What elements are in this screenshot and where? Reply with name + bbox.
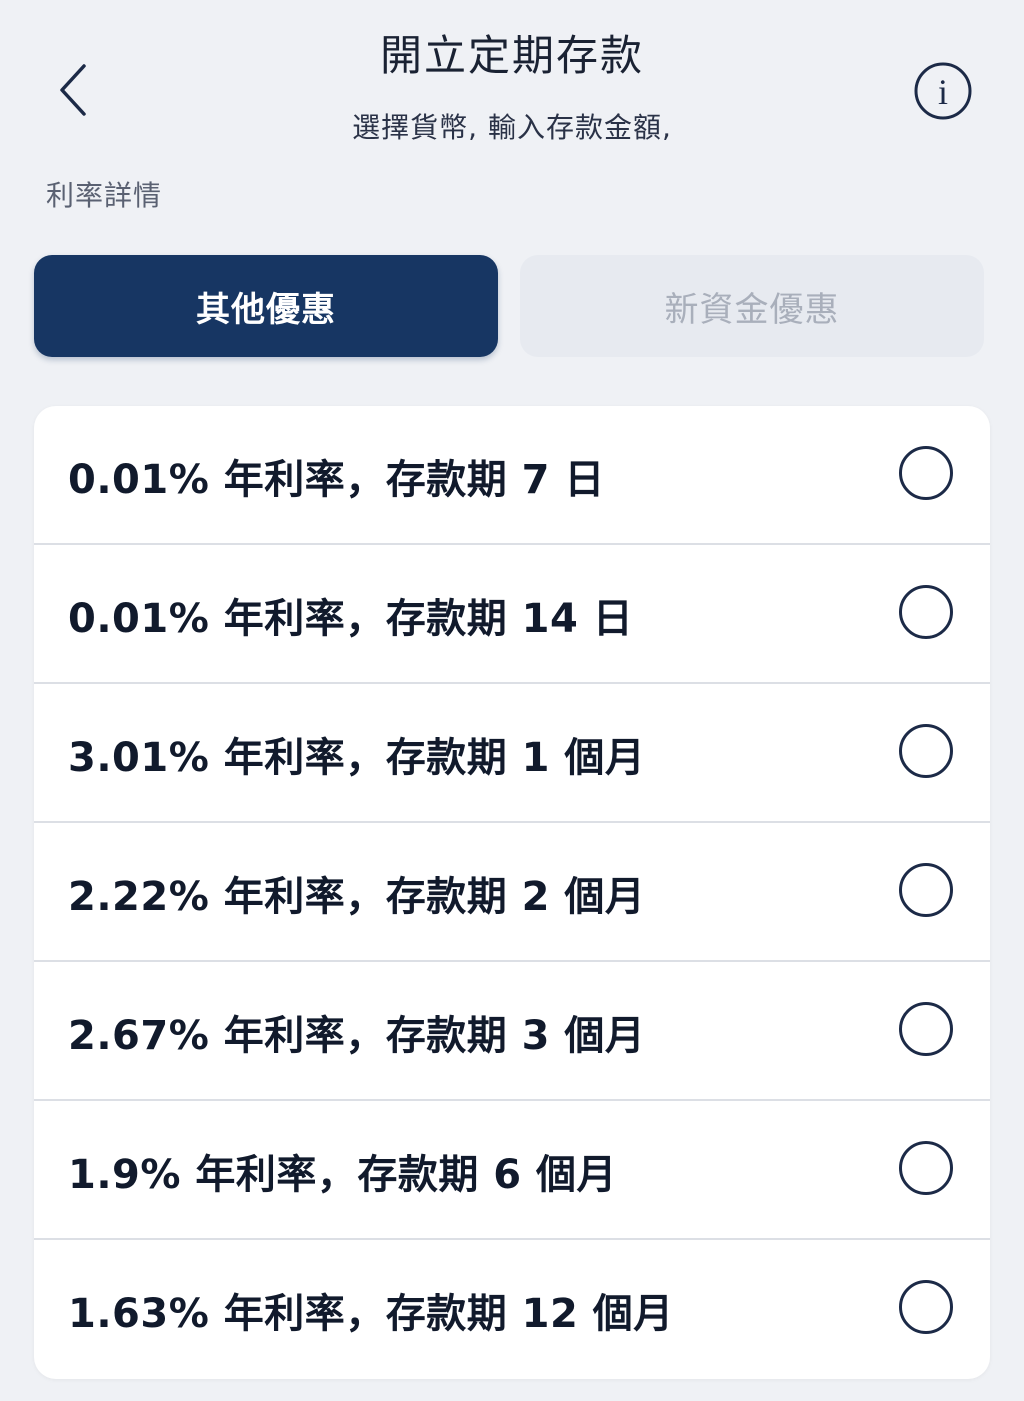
rate-option-row[interactable]: 2.22% 年利率，存款期 2 個月 — [34, 823, 990, 962]
radio-button[interactable] — [899, 1141, 953, 1195]
rate-option-label: 2.22% 年利率，存款期 2 個月 — [68, 873, 646, 920]
radio-button[interactable] — [899, 1280, 953, 1334]
page-title: 開立定期存款 — [379, 31, 644, 80]
rate-option-label: 2.67% 年利率，存款期 3 個月 — [68, 1012, 646, 1059]
rate-options-list: 0.01% 年利率，存款期 7 日 0.01% 年利率，存款期 14 日 3.0… — [34, 406, 990, 1379]
header: 開立定期存款 選擇貨幣, 輸入存款金額, i — [0, 0, 1024, 160]
radio-button[interactable] — [899, 585, 953, 639]
rate-option-label: 1.9% 年利率，存款期 6 個月 — [68, 1151, 618, 1198]
rate-option-row[interactable]: 3.01% 年利率，存款期 1 個月 — [34, 684, 990, 823]
rate-option-label: 1.63% 年利率，存款期 12 個月 — [68, 1290, 674, 1337]
info-button[interactable]: i — [912, 60, 974, 122]
rate-option-row[interactable]: 0.01% 年利率，存款期 7 日 — [34, 406, 990, 545]
rate-option-row[interactable]: 1.63% 年利率，存款期 12 個月 — [34, 1240, 990, 1379]
info-circle-icon: i — [914, 62, 972, 120]
rate-option-label: 3.01% 年利率，存款期 1 個月 — [68, 734, 646, 781]
rate-option-row[interactable]: 0.01% 年利率，存款期 14 日 — [34, 545, 990, 684]
rate-option-row[interactable]: 1.9% 年利率，存款期 6 個月 — [34, 1101, 990, 1240]
offer-tabs: 其他優惠 新資金優惠 — [34, 255, 984, 357]
radio-button[interactable] — [899, 1002, 953, 1056]
radio-button[interactable] — [899, 446, 953, 500]
rate-option-row[interactable]: 2.67% 年利率，存款期 3 個月 — [34, 962, 990, 1101]
rate-option-label: 0.01% 年利率，存款期 7 日 — [68, 456, 605, 503]
radio-button[interactable] — [899, 724, 953, 778]
rate-option-label: 0.01% 年利率，存款期 14 日 — [68, 595, 634, 642]
radio-button[interactable] — [899, 863, 953, 917]
section-label: 利率詳情 — [46, 179, 163, 212]
page-subtitle: 選擇貨幣, 輸入存款金額, — [352, 111, 672, 144]
tab-other-offers[interactable]: 其他優惠 — [34, 255, 498, 357]
info-glyph: i — [938, 72, 948, 112]
tab-new-funds-offers[interactable]: 新資金優惠 — [520, 255, 984, 357]
